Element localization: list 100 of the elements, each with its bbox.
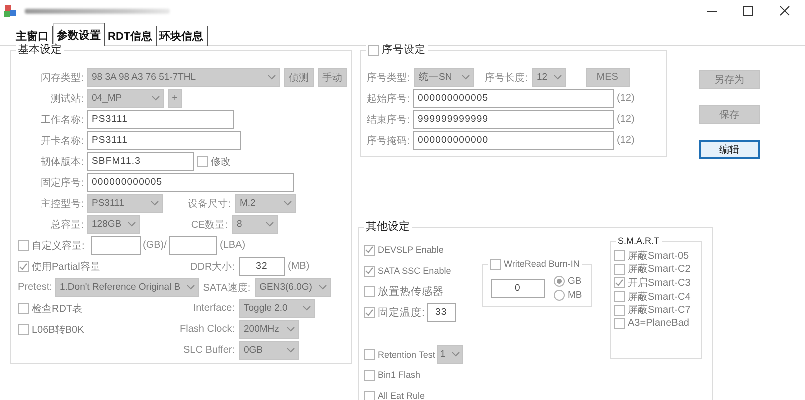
- checkbox-label: 自定义容量:: [32, 240, 85, 252]
- field-label: 总容量:: [50, 218, 84, 232]
- chevron-down-icon: [318, 285, 327, 290]
- text-field[interactable]: 32: [239, 257, 285, 276]
- checkbox[interactable]: [18, 261, 29, 272]
- field-label: 主控型号:: [40, 198, 84, 210]
- checkbox[interactable]: [364, 266, 375, 277]
- checkbox[interactable]: [18, 324, 29, 335]
- tab[interactable]: RDT信息: [105, 26, 157, 46]
- text-field[interactable]: 999999999999: [413, 110, 614, 129]
- action-button[interactable]: 编辑: [699, 140, 760, 159]
- field-label: 测试站:: [50, 92, 84, 106]
- checkbox[interactable]: [368, 44, 379, 56]
- checkbox[interactable]: [364, 390, 375, 400]
- text-field[interactable]: PS3111: [87, 131, 241, 150]
- checkbox[interactable]: [614, 304, 625, 316]
- checkbox-label: Retention Test: [378, 350, 436, 360]
- checkbox-label: L06B转B0K: [32, 324, 84, 336]
- chevron-down-icon: [128, 222, 136, 227]
- checkbox[interactable]: [364, 307, 375, 318]
- chevron-down-icon: [268, 75, 276, 80]
- text-field[interactable]: [169, 236, 217, 255]
- checkbox[interactable]: [614, 250, 625, 262]
- text-field[interactable]: 000000000005: [413, 89, 614, 108]
- checkbox-label: SATA SSC Enable: [378, 266, 452, 276]
- chevron-down-icon: [151, 201, 159, 206]
- group-title: S.M.A.R.T: [618, 235, 660, 247]
- checkbox[interactable]: [197, 156, 208, 167]
- radio-button[interactable]: [554, 290, 565, 301]
- checkbox-label: 检查RDT表: [32, 302, 83, 316]
- text-field[interactable]: [91, 236, 141, 255]
- text-field[interactable]: 0: [491, 279, 545, 298]
- field-label: 固定序号:: [40, 176, 84, 190]
- tab[interactable]: 环块信息: [156, 26, 208, 46]
- checkbox[interactable]: [614, 277, 625, 288]
- checkbox-label: WriteRead Burn-IN: [504, 258, 580, 270]
- chevron-down-icon: [152, 96, 160, 101]
- field-label: 起始序号:: [366, 92, 410, 106]
- field-label: 闪存类型:: [40, 72, 84, 84]
- field-label: Interface:: [192, 303, 235, 314]
- checkbox[interactable]: [614, 291, 625, 302]
- chevron-down-icon: [303, 306, 311, 311]
- text-field[interactable]: 33: [426, 303, 456, 322]
- unit-label: (GB)/: [143, 240, 168, 251]
- close-icon[interactable]: [780, 6, 790, 16]
- text-field[interactable]: 000000000000: [413, 131, 614, 150]
- field-label: Flash Clock:: [178, 324, 235, 335]
- group-title: 其他设定: [366, 221, 410, 233]
- text-field[interactable]: 000000000005: [87, 173, 294, 192]
- checkbox-label: 屏蔽Smart-C7: [628, 304, 691, 318]
- radio-label: GB: [568, 276, 582, 287]
- field-label: SLC Buffer:: [182, 345, 235, 356]
- checkbox-label: 屏蔽Smart-C2: [628, 262, 691, 276]
- checkbox[interactable]: [490, 258, 501, 270]
- checkbox[interactable]: [614, 264, 625, 275]
- checkbox-label: 屏蔽Smart-05: [628, 250, 690, 263]
- chevron-down-icon: [554, 75, 562, 80]
- checkbox-label: All Eat Rule: [378, 391, 426, 400]
- checkbox-label: DEVSLP Enable: [378, 245, 444, 256]
- field-label: 工作名称:: [40, 114, 84, 126]
- text-field[interactable]: SBFM11.3: [87, 152, 194, 171]
- unit-label: (MB): [288, 261, 311, 272]
- radio-button[interactable]: [554, 276, 565, 287]
- chevron-down-icon: [452, 352, 460, 358]
- checkbox[interactable]: [614, 318, 625, 330]
- unit-label: (12): [617, 114, 636, 125]
- chevron-down-icon: [462, 75, 470, 80]
- checkbox[interactable]: [364, 370, 375, 381]
- checkbox-label: 序号设定: [382, 44, 426, 56]
- field-label: 设备尺寸:: [187, 198, 231, 210]
- field-label: 结束序号:: [366, 114, 410, 126]
- checkbox-label: 放置热传感器: [378, 284, 444, 299]
- group-title: 基本设定: [18, 44, 62, 56]
- field-label: CE数量:: [190, 218, 228, 232]
- checkbox-label: Bin1 Flash: [378, 370, 421, 380]
- maximize-icon[interactable]: [743, 6, 753, 16]
- chevron-down-icon: [186, 285, 195, 290]
- field-label: 开卡名称:: [40, 134, 84, 148]
- checkbox-label: 使用Partial容量: [32, 260, 100, 274]
- field-label: 序号类型:: [366, 72, 410, 84]
- chevron-down-icon: [266, 222, 274, 227]
- checkbox[interactable]: [18, 240, 29, 251]
- chevron-down-icon: [287, 348, 295, 353]
- app-icon: [4, 4, 17, 18]
- checkbox-label: 开启Smart-C3: [628, 276, 691, 290]
- unit-label: (12): [617, 93, 636, 104]
- checkbox-label: 固定温度:: [378, 306, 425, 320]
- unit-label: (12): [617, 135, 636, 146]
- chevron-down-icon: [287, 327, 295, 332]
- radio-label: MB: [568, 290, 582, 301]
- checkbox[interactable]: [364, 286, 375, 298]
- text-field[interactable]: PS3111: [87, 110, 234, 129]
- field-label: 韧体版本:: [40, 156, 84, 168]
- unit-label: (LBA): [220, 240, 247, 251]
- minimize-icon[interactable]: [707, 10, 717, 12]
- chevron-down-icon: [284, 201, 292, 206]
- checkbox[interactable]: [364, 244, 375, 256]
- checkbox[interactable]: [18, 303, 29, 314]
- field-label: SATA速度:: [202, 282, 251, 294]
- checkbox-label: A3=PlaneBad: [628, 318, 690, 330]
